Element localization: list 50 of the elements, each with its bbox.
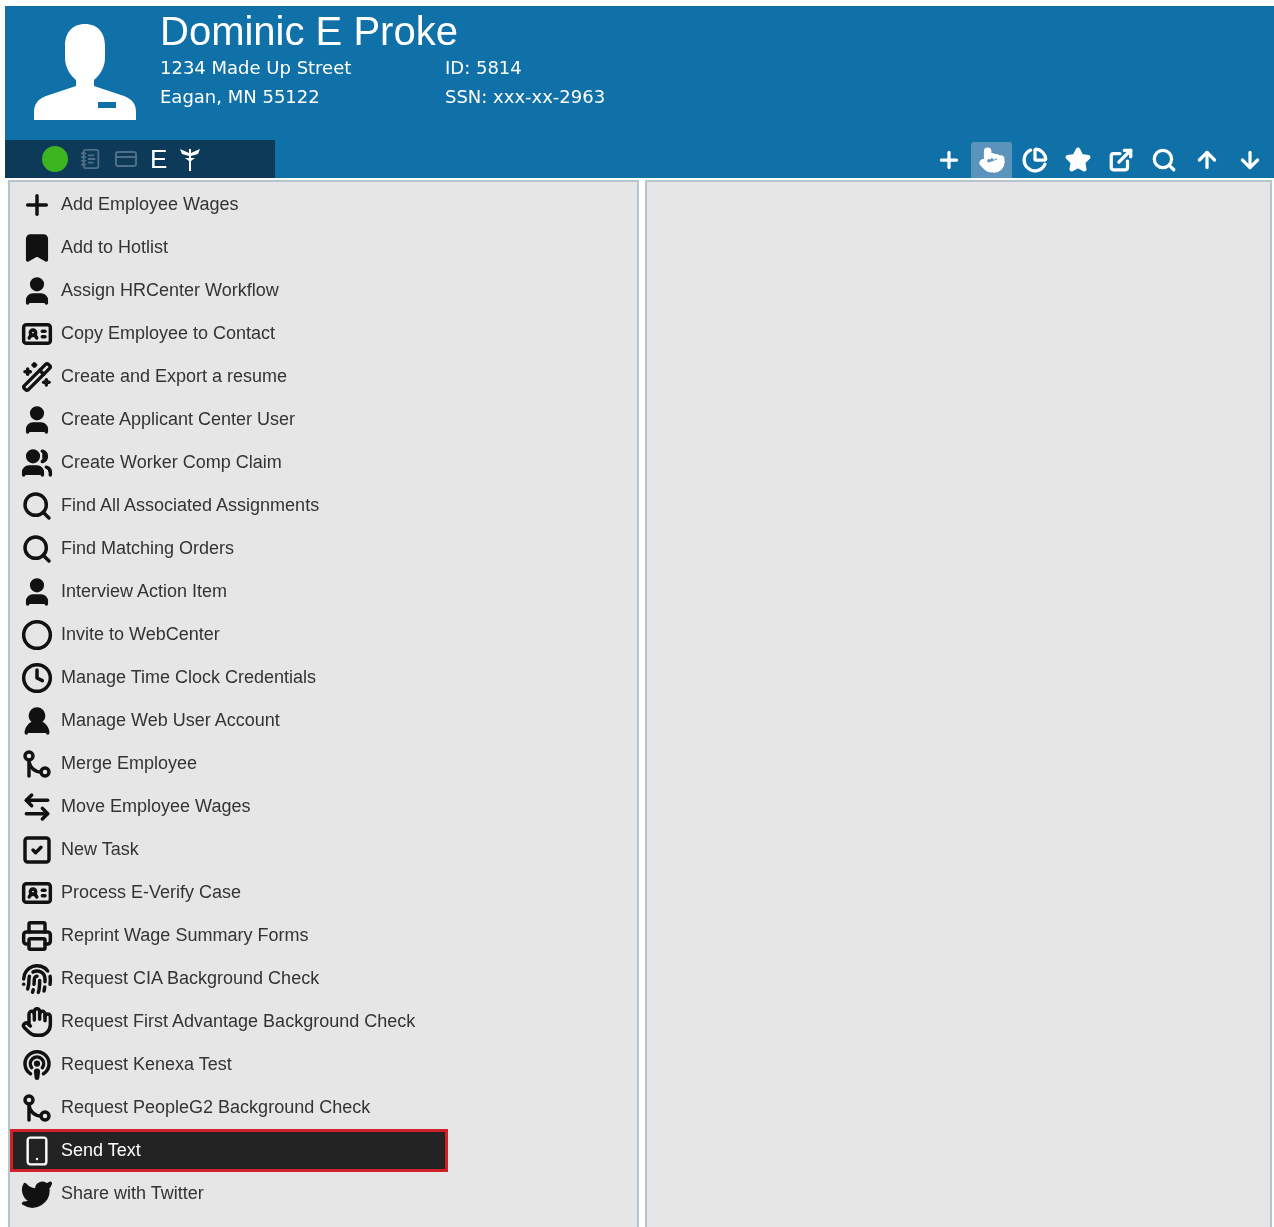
action-item[interactable]: Request CIA Background Check bbox=[10, 957, 448, 1000]
search-icon bbox=[21, 489, 53, 522]
search-icon bbox=[21, 532, 53, 565]
action-item[interactable]: Add Employee Wages bbox=[10, 183, 448, 226]
action-item[interactable]: Copy Employee to Contact bbox=[10, 312, 448, 355]
action-item[interactable]: Reprint Wage Summary Forms bbox=[10, 914, 448, 957]
external-link-icon bbox=[1107, 147, 1134, 173]
ssn: SSN: xxx-xx-2963 bbox=[445, 85, 606, 109]
action-item[interactable]: Find Matching Orders bbox=[10, 527, 448, 570]
search-icon bbox=[1150, 147, 1177, 173]
action-item[interactable]: Request PeopleG2 Background Check bbox=[10, 1086, 448, 1129]
merge-icon bbox=[21, 1091, 53, 1124]
action-item[interactable]: Create and Export a resume bbox=[10, 355, 448, 398]
action-item[interactable]: Create Applicant Center User bbox=[10, 398, 448, 441]
action-item[interactable]: Assign HRCenter Workflow bbox=[10, 269, 448, 312]
clock-icon bbox=[21, 661, 53, 694]
action-item[interactable]: Interview Action Item bbox=[10, 570, 448, 613]
pointer-icon bbox=[978, 147, 1005, 173]
wand-icon bbox=[21, 360, 53, 393]
action-item[interactable]: Request Kenexa Test bbox=[10, 1043, 448, 1086]
people-icon bbox=[21, 446, 53, 479]
fingerprint-icon bbox=[21, 962, 53, 995]
action-item[interactable]: Manage Web User Account bbox=[10, 699, 448, 742]
emblem-icon[interactable] bbox=[179, 147, 202, 171]
checkbox-icon bbox=[21, 833, 53, 866]
action-item[interactable]: Add to Hotlist bbox=[10, 226, 448, 269]
action-item[interactable]: Merge Employee bbox=[10, 742, 448, 785]
merge-icon bbox=[21, 747, 53, 780]
action-item[interactable]: Request First Advantage Background Check bbox=[10, 1000, 448, 1043]
action-item[interactable]: New Task bbox=[10, 828, 448, 871]
address-line: Eagan, MN 55122 bbox=[160, 85, 321, 109]
action-item[interactable]: Send Text bbox=[10, 1129, 448, 1172]
action-item[interactable]: Create Worker Comp Claim bbox=[10, 441, 448, 484]
action-item[interactable]: Manage Time Clock Credentials bbox=[10, 656, 448, 699]
star-icon bbox=[1064, 147, 1091, 173]
action-item[interactable]: Find All Associated Assignments bbox=[10, 484, 448, 527]
pie-chart-icon bbox=[1021, 147, 1048, 173]
toolbar-button[interactable] bbox=[971, 142, 1012, 178]
address-line: 1234 Made Up Street bbox=[160, 56, 353, 80]
hand-icon bbox=[21, 1005, 53, 1038]
broadcast-icon bbox=[21, 1048, 53, 1081]
ring-icon bbox=[21, 618, 53, 651]
action-item[interactable]: Invite to WebCenter bbox=[10, 613, 448, 656]
employee-name: Dominic E Proke bbox=[160, 8, 459, 54]
action-item[interactable]: Move Employee Wages bbox=[10, 785, 448, 828]
action-item[interactable]: Share with Twitter bbox=[10, 1172, 448, 1215]
action-item[interactable]: Process E-Verify Case bbox=[10, 871, 448, 914]
letter-indicator[interactable]: E bbox=[150, 143, 168, 175]
employee-id: ID: 5814 bbox=[445, 56, 523, 80]
printer-icon bbox=[21, 919, 53, 952]
